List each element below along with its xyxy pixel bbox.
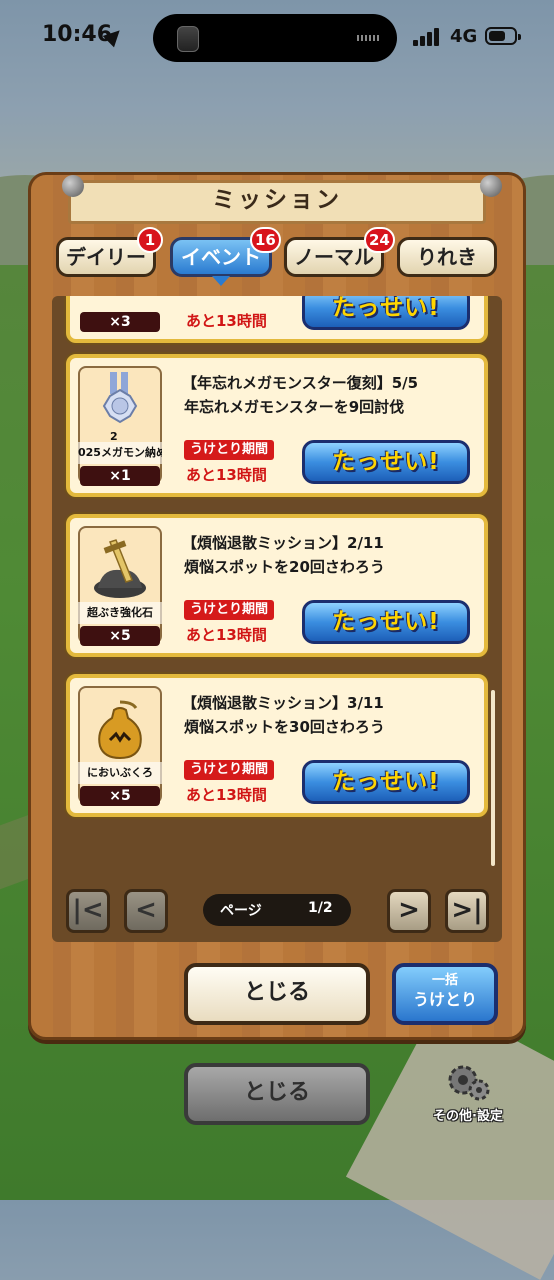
medal-icon [102,372,138,424]
mission-title: 【年忘れメガモンスター復刻】5/5 [182,374,419,392]
status-bar: 10:46 4G [0,0,554,75]
page-number: 1/2 [308,900,333,916]
signal-icon [413,28,443,46]
mission-card: ×3 あと13時間 たっせい! [66,296,488,343]
first-page-button[interactable]: |< [66,889,110,933]
item-quantity: ×3 [80,312,160,332]
pin-icon [480,175,502,197]
mission-description: 年忘れメガモンスターを9回討伐 [184,398,405,416]
item-name: 超ぶき強化石 [78,602,162,624]
period-label: うけとり期間 [184,760,275,780]
settings-label: その他·設定 [433,1109,503,1124]
camera-app-icon [177,26,199,52]
bulk-receive-button[interactable]: 一括 うけとり [392,963,498,1025]
mission-card: 2 025メガモン納め ×1 【年忘れメガモンスター復刻】5/5 年忘れメガモン… [66,354,488,497]
bulk-label-line2: うけとり [412,990,477,1009]
pin-icon [62,175,84,197]
item-quantity: ×5 [80,626,160,646]
prev-page-button[interactable]: < [124,889,168,933]
next-page-button[interactable]: > [387,889,431,933]
mission-description: 煩悩スポットを20回さわろう [184,558,385,576]
mission-title: 【煩悩退散ミッション】3/11 [182,694,384,712]
clock: 10:46 [42,22,113,47]
close-button[interactable]: とじる [184,963,370,1025]
bulk-label-line1: 一括 [431,973,458,988]
background-close-button[interactable]: とじる [184,1063,370,1125]
achieve-button[interactable]: たっせい! [302,296,470,330]
period-label: うけとり期間 [184,600,275,620]
remaining-time: あと13時間 [186,626,267,644]
network-type: 4G [450,26,478,47]
mission-list[interactable]: ×3 あと13時間 たっせい! 2 025メガモン納め ×1 【年忘れメガモンス… [52,296,502,942]
gear-icon [448,1065,490,1101]
last-page-button[interactable]: >| [445,889,489,933]
item-quantity: ×1 [80,466,160,486]
scent-bag-icon [98,700,142,760]
achieve-button[interactable]: たっせい! [302,760,470,804]
mic-indicator-icon [357,35,379,41]
remaining-time: あと13時間 [186,466,267,484]
dialog-title: ミッション [212,187,342,213]
tab-normal-badge: 24 [364,227,395,253]
page-label: ページ [220,903,262,919]
tab-event-badge: 16 [250,227,281,253]
mission-title: 【煩悩退散ミッション】2/11 [182,534,384,552]
achieve-button[interactable]: たっせい! [302,600,470,644]
dynamic-island [153,14,397,62]
achieve-button[interactable]: たっせい! [302,440,470,484]
tab-daily-badge: 1 [137,227,163,253]
settings-button[interactable]: その他·設定 [425,1058,511,1128]
remaining-time: あと13時間 [186,312,267,330]
tab-history[interactable]: りれき [397,237,497,277]
mission-card: 超ぶき強化石 ×5 【煩悩退散ミッション】2/11 煩悩スポットを20回さわろう… [66,514,488,657]
mission-card: においぶくろ ×5 【煩悩退散ミッション】3/11 煩悩スポットを30回さわろう… [66,674,488,817]
mission-description: 煩悩スポットを30回さわろう [184,718,385,736]
period-label: うけとり期間 [184,440,275,460]
list-scrollbar[interactable] [491,690,495,866]
item-name: 025メガモン納め [78,442,162,464]
remaining-time: あと13時間 [186,786,267,804]
item-quantity: ×5 [80,786,160,806]
item-name: においぶくろ [78,762,162,784]
whetstone-icon [94,539,146,598]
battery-icon [485,27,521,45]
